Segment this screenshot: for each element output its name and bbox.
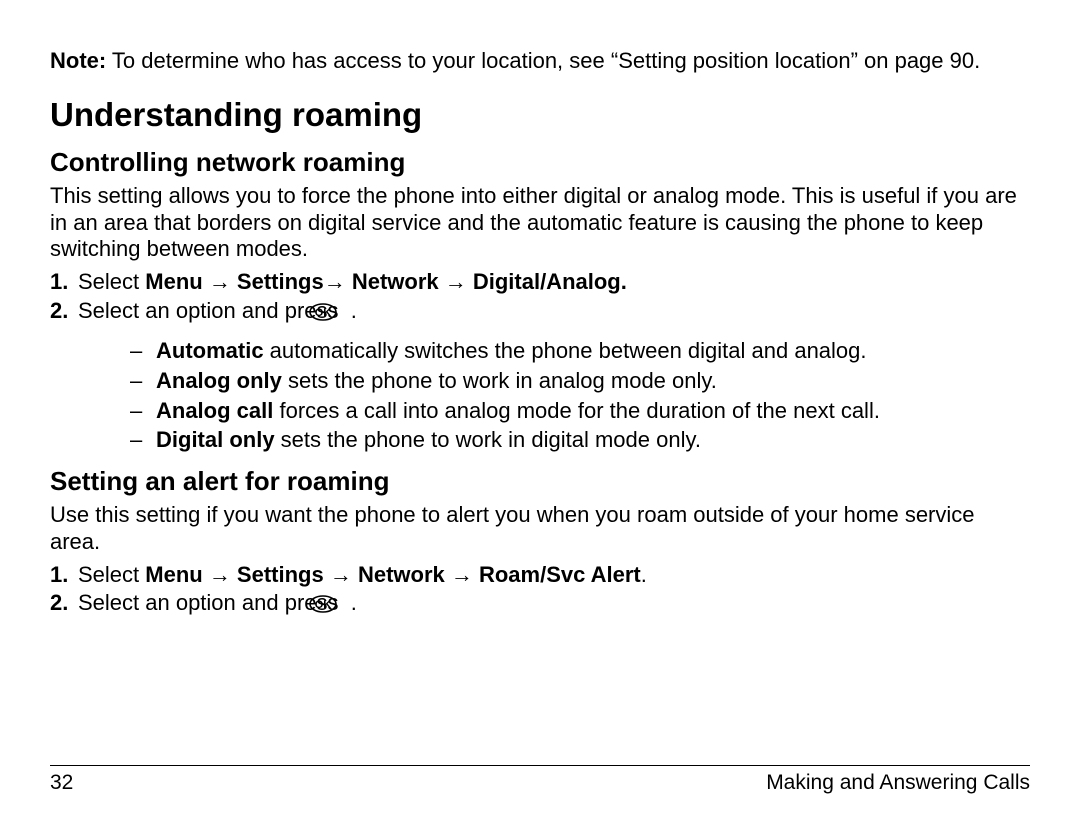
option-label: Automatic	[156, 338, 264, 363]
page-footer: 32 Making and Answering Calls	[50, 765, 1030, 796]
step-text: Select an option and press	[78, 590, 345, 615]
option-analog-call: Analog call forces a call into analog mo…	[130, 398, 1030, 425]
options-list: Automatic automatically switches the pho…	[130, 338, 1030, 454]
chapter-title: Making and Answering Calls	[766, 770, 1030, 796]
step-1: 1.Select Menu → Settings → Network → Roa…	[50, 562, 1030, 589]
option-desc: sets the phone to work in analog mode on…	[282, 368, 717, 393]
subheading-alert: Setting an alert for roaming	[50, 466, 1030, 498]
option-desc: automatically switches the phone between…	[264, 338, 867, 363]
option-digital-only: Digital only sets the phone to work in d…	[130, 427, 1030, 454]
option-label: Digital only	[156, 427, 275, 452]
step-number: 2.	[50, 298, 78, 325]
option-desc: sets the phone to work in digital mode o…	[275, 427, 701, 452]
step-number: 1.	[50, 562, 78, 589]
note-text: To determine who has access to your loca…	[106, 48, 980, 73]
option-automatic: Automatic automatically switches the pho…	[130, 338, 1030, 365]
option-label: Analog only	[156, 368, 282, 393]
menu-path: Menu → Settings → Network → Roam/Svc Ale…	[145, 562, 641, 587]
step-2: 2.Select an option and press OK .	[50, 298, 1030, 328]
note-paragraph: Note: To determine who has access to you…	[50, 48, 1030, 75]
step-text: Select an option and press	[78, 298, 345, 323]
step-number: 2.	[50, 590, 78, 617]
subheading-controlling: Controlling network roaming	[50, 147, 1030, 179]
svg-text:OK: OK	[314, 599, 331, 611]
option-analog-only: Analog only sets the phone to work in an…	[130, 368, 1030, 395]
steps-controlling: 1.Select Menu → Settings→ Network → Digi…	[50, 269, 1030, 328]
step-text-after: .	[641, 562, 647, 587]
menu-path: Menu → Settings→ Network → Digital/Analo…	[145, 269, 627, 294]
note-label: Note:	[50, 48, 106, 73]
option-desc: forces a call into analog mode for the d…	[273, 398, 880, 423]
para-controlling: This setting allows you to force the pho…	[50, 183, 1030, 263]
step-text-after: .	[345, 298, 357, 323]
page-number: 32	[50, 770, 73, 796]
step-text-after: .	[345, 590, 357, 615]
option-label: Analog call	[156, 398, 273, 423]
step-text: Select	[78, 562, 145, 587]
svg-text:OK: OK	[314, 307, 331, 319]
steps-alert: 1.Select Menu → Settings → Network → Roa…	[50, 562, 1030, 621]
step-text: Select	[78, 269, 145, 294]
step-1: 1.Select Menu → Settings→ Network → Digi…	[50, 269, 1030, 296]
para-alert: Use this setting if you want the phone t…	[50, 502, 1030, 556]
step-number: 1.	[50, 269, 78, 296]
step-2: 2.Select an option and press OK .	[50, 590, 1030, 620]
heading-1: Understanding roaming	[50, 95, 1030, 135]
